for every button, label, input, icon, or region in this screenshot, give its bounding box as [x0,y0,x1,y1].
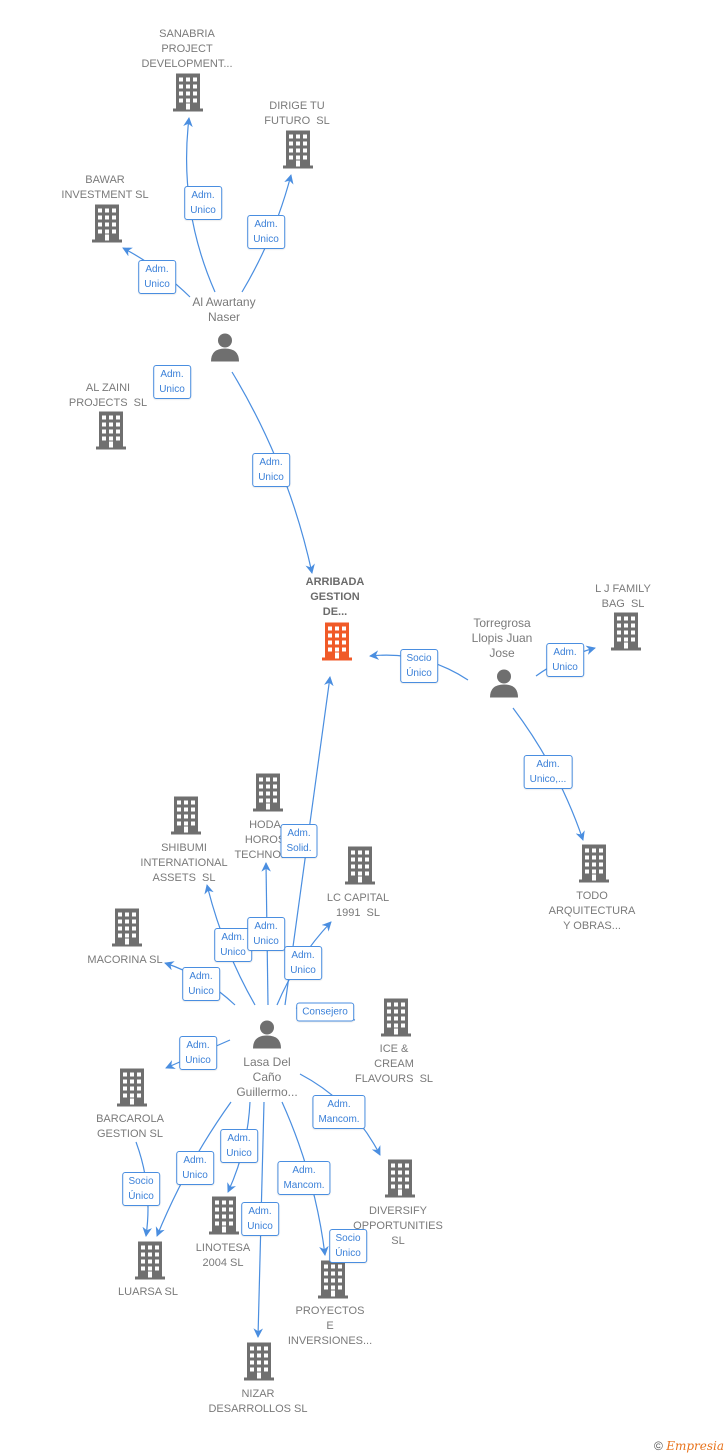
relation-label[interactable]: Adm. Mancom. [277,1161,331,1195]
building-icon[interactable] [117,1068,147,1112]
building-icon[interactable] [318,1260,348,1304]
relation-label[interactable]: Socio Único [400,649,438,683]
relation-label[interactable]: Adm. Unico [138,260,176,294]
building-icon[interactable] [322,622,352,666]
node-label[interactable]: LINOTESA 2004 SL [196,1241,250,1271]
node-label[interactable]: PROYECTOS E INVERSIONES... [288,1304,372,1349]
node-label[interactable]: Al Awartany Naser [192,295,255,325]
relation-label[interactable]: Consejero [296,1002,354,1022]
relation-label[interactable]: Adm. Unico [179,1036,217,1070]
relation-label[interactable]: Adm. Unico [252,453,290,487]
relation-label[interactable]: Adm. Unico [184,186,222,220]
building-icon[interactable] [611,612,641,656]
node-label[interactable]: LUARSA SL [118,1285,178,1300]
relation-label[interactable]: Adm. Unico [247,917,285,951]
node-label[interactable]: ARRIBADA GESTION DE... [306,575,365,620]
building-icon[interactable] [173,73,203,117]
person-icon[interactable] [252,1019,282,1054]
relation-label[interactable]: Adm. Solid. [280,824,318,858]
building-icon[interactable] [385,1159,415,1203]
node-label[interactable]: AL ZAINI PROJECTS SL [69,381,147,411]
person-icon[interactable] [489,668,519,703]
building-icon[interactable] [283,130,313,174]
node-label[interactable]: NIZAR DESARROLLOS SL [208,1387,307,1417]
node-label[interactable]: DIRIGE TU FUTURO SL [264,99,329,129]
building-icon[interactable] [209,1196,239,1240]
node-label[interactable]: Torregrosa Llopis Juan Jose [472,616,533,661]
node-label[interactable]: BAWAR INVESTMENT SL [61,173,148,203]
building-icon[interactable] [92,204,122,248]
relation-label[interactable]: Adm. Unico [214,928,252,962]
building-icon[interactable] [381,998,411,1042]
brand-logo[interactable]: Empresia [666,1439,724,1453]
building-icon[interactable] [579,844,609,888]
node-label[interactable]: Lasa Del Caño Guillermo... [236,1055,297,1100]
relation-label[interactable]: Adm. Unico [182,967,220,1001]
node-label[interactable]: ICE & CREAM FLAVOURS SL [355,1042,433,1087]
person-icon[interactable] [210,332,240,367]
relation-label[interactable]: Socio Único [329,1229,367,1263]
copyright-symbol: © [654,1439,663,1453]
node-label[interactable]: MACORINA SL [87,953,162,968]
relation-label[interactable]: Socio Único [122,1172,160,1206]
building-icon[interactable] [244,1342,274,1386]
network-diagram: © Empresia SANABRIA PROJECT DEVELOPMENT.… [0,0,728,1455]
node-label[interactable]: L J FAMILY BAG SL [595,582,651,612]
node-label[interactable]: TODO ARQUITECTURA Y OBRAS... [549,889,636,934]
relation-label[interactable]: Adm. Unico [220,1129,258,1163]
relation-label[interactable]: Adm. Mancom. [312,1095,366,1129]
node-label[interactable]: BARCAROLA GESTION SL [96,1112,164,1142]
node-label[interactable]: SANABRIA PROJECT DEVELOPMENT... [141,27,232,72]
building-icon[interactable] [112,908,142,952]
building-icon[interactable] [135,1241,165,1285]
relation-label[interactable]: Adm. Unico [546,643,584,677]
footer-brand: © Empresia [654,1439,724,1453]
relation-label[interactable]: Adm. Unico [247,215,285,249]
building-icon[interactable] [171,796,201,840]
node-label[interactable]: SHIBUMI INTERNATIONAL ASSETS SL [140,841,227,886]
relation-label[interactable]: Adm. Unico [153,365,191,399]
building-icon[interactable] [345,846,375,890]
relation-label[interactable]: Adm. Unico [284,946,322,980]
relation-label[interactable]: Adm. Unico [241,1202,279,1236]
relation-label[interactable]: Adm. Unico [176,1151,214,1185]
building-icon[interactable] [96,411,126,455]
building-icon[interactable] [253,773,283,817]
relation-label[interactable]: Adm. Unico,... [523,755,573,789]
node-label[interactable]: LC CAPITAL 1991 SL [327,891,389,921]
